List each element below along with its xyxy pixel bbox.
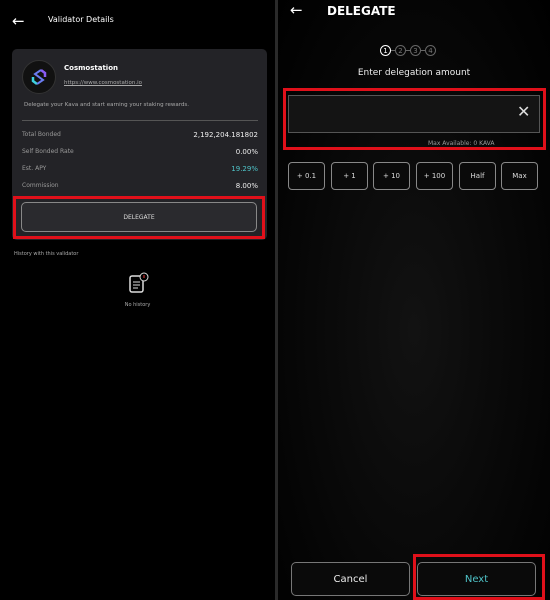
step-4: 4 <box>425 45 436 56</box>
stat-total-bonded: Total Bonded 2,192,204.181802 <box>22 131 258 139</box>
subtitle: Enter delegation amount <box>357 68 471 78</box>
stat-self-bonded-rate: Self Bonded Rate 0.00% <box>22 148 258 156</box>
back-arrow-icon[interactable]: ← <box>290 1 303 19</box>
stat-est-apy: Est. APY 19.29% <box>22 165 258 173</box>
no-history-icon <box>129 272 149 298</box>
divider <box>22 120 258 121</box>
delegate-button[interactable]: DELEGATE <box>21 202 257 232</box>
step-indicator: 1 2 3 4 <box>380 45 436 56</box>
stat-commission: Commission 8.00% <box>22 182 258 190</box>
highlight-box <box>283 88 546 150</box>
add-10-button[interactable]: + 10 <box>373 162 410 190</box>
step-3: 3 <box>410 45 421 56</box>
add-1-button[interactable]: + 1 <box>331 162 368 190</box>
add-0.1-button[interactable]: + 0.1 <box>288 162 325 190</box>
highlight-box <box>413 554 545 600</box>
step-1: 1 <box>380 45 391 56</box>
history-label: History with this validator <box>14 251 79 257</box>
validator-details-screen: ← Validator Details Cosmostation https:/… <box>0 0 275 600</box>
validator-url-link[interactable]: https://www.cosmostation.io <box>64 80 142 86</box>
validator-logo <box>22 60 56 94</box>
back-arrow-icon[interactable]: ← <box>12 12 25 30</box>
max-button[interactable]: Max <box>501 162 538 190</box>
delegate-screen: ← DELEGATE 1 2 3 4 Enter delegation amou… <box>278 0 550 600</box>
validator-description: Delegate your Kava and start earning you… <box>24 102 189 108</box>
half-button[interactable]: Half <box>459 162 496 190</box>
page-title: Validator Details <box>48 15 114 24</box>
step-2: 2 <box>395 45 406 56</box>
validator-name: Cosmostation <box>64 64 118 72</box>
cancel-button[interactable]: Cancel <box>291 562 410 596</box>
add-100-button[interactable]: + 100 <box>416 162 453 190</box>
page-title: DELEGATE <box>327 4 396 18</box>
no-history-text: No history <box>124 302 151 308</box>
